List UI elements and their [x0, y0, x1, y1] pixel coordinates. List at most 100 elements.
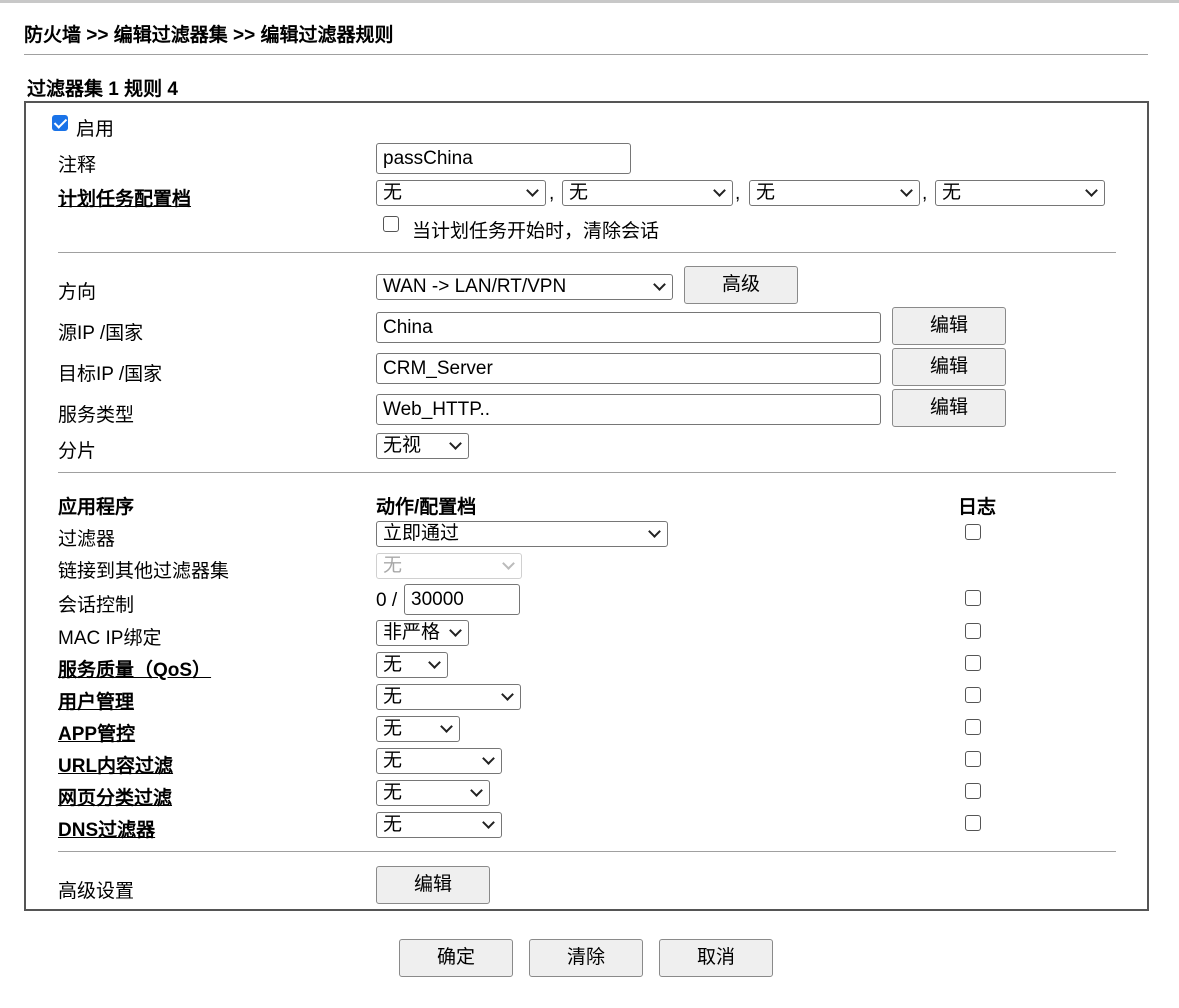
- top-border: [0, 0, 1179, 3]
- url-filter-log-checkbox[interactable]: [965, 751, 981, 767]
- direction-label: 方向: [58, 282, 97, 303]
- app-control-value: 无: [383, 718, 403, 739]
- dns-filter-link[interactable]: DNS过滤器: [58, 815, 155, 842]
- fragment-label: 分片: [58, 441, 97, 462]
- dest-ip-edit-button[interactable]: 编辑: [892, 348, 1006, 386]
- chevron-down-icon: [470, 784, 483, 797]
- filter-action-value: 立即通过: [383, 523, 460, 544]
- clear-session-checkbox[interactable]: [383, 216, 399, 232]
- url-filter-select[interactable]: 无: [376, 748, 502, 774]
- source-ip-edit-button[interactable]: 编辑: [892, 307, 1006, 345]
- chevron-down-icon: [482, 752, 495, 765]
- header-application: 应用程序: [58, 497, 135, 518]
- dest-ip-label: 目标IP /国家: [58, 364, 163, 385]
- schedule-select-3[interactable]: 无: [749, 180, 920, 206]
- web-category-filter-link[interactable]: 网页分类过滤: [58, 783, 172, 810]
- clear-session-label: 当计划任务开始时，清除会话: [412, 221, 660, 242]
- comment-input[interactable]: passChina: [376, 143, 631, 174]
- source-ip-label: 源IP /国家: [58, 323, 144, 344]
- section-title: 过滤器集 1 规则 4: [27, 79, 178, 100]
- fragment-select-value: 无视: [383, 435, 422, 456]
- chevron-down-icon: [440, 720, 453, 733]
- dns-filter-value: 无: [383, 814, 403, 835]
- user-management-select[interactable]: 无: [376, 684, 521, 710]
- chevron-down-icon: [900, 184, 913, 197]
- chevron-down-icon: [1085, 184, 1098, 197]
- filter-action-select[interactable]: 立即通过: [376, 521, 668, 547]
- schedule-select-2-value: 无: [569, 182, 589, 203]
- cancel-button[interactable]: 取消: [659, 939, 773, 977]
- session-count-prefix: 0 /: [376, 590, 398, 611]
- direction-select-value: WAN -> LAN/RT/VPN: [383, 276, 567, 297]
- qos-link[interactable]: 服务质量（QoS）: [58, 655, 211, 682]
- chevron-down-icon: [482, 816, 495, 829]
- section-divider: [58, 252, 1116, 253]
- chevron-down-icon: [449, 624, 462, 637]
- schedule-select-1[interactable]: 无: [376, 180, 546, 206]
- comma-separator: ,: [735, 183, 741, 204]
- header-action-profile: 动作/配置档: [376, 497, 477, 518]
- fragment-select[interactable]: 无视: [376, 433, 469, 459]
- link-filter-set-select: 无: [376, 553, 522, 579]
- advanced-settings-edit-button[interactable]: 编辑: [376, 866, 490, 904]
- chevron-down-icon: [501, 688, 514, 701]
- direction-select[interactable]: WAN -> LAN/RT/VPN: [376, 274, 673, 300]
- enable-checkbox[interactable]: [52, 115, 68, 131]
- chevron-down-icon: [648, 525, 661, 538]
- app-control-select[interactable]: 无: [376, 716, 460, 742]
- schedule-profile-link[interactable]: 计划任务配置档: [58, 184, 191, 211]
- schedule-select-1-value: 无: [383, 182, 403, 203]
- dest-ip-input[interactable]: CRM_Server: [376, 353, 881, 384]
- web-category-filter-log-checkbox[interactable]: [965, 783, 981, 799]
- filter-log-checkbox[interactable]: [965, 524, 981, 540]
- section-divider: [58, 472, 1116, 473]
- app-control-log-checkbox[interactable]: [965, 719, 981, 735]
- dns-filter-select[interactable]: 无: [376, 812, 502, 838]
- web-category-filter-select[interactable]: 无: [376, 780, 490, 806]
- chevron-down-icon: [449, 437, 462, 450]
- comma-separator: ,: [549, 183, 555, 204]
- comment-label: 注释: [58, 155, 97, 176]
- header-log: 日志: [958, 497, 997, 518]
- chevron-down-icon: [502, 557, 515, 570]
- chevron-down-icon: [428, 656, 441, 669]
- schedule-select-2[interactable]: 无: [562, 180, 733, 206]
- user-management-log-checkbox[interactable]: [965, 687, 981, 703]
- schedule-select-4[interactable]: 无: [935, 180, 1105, 206]
- clear-button[interactable]: 清除: [529, 939, 643, 977]
- source-ip-input[interactable]: China: [376, 312, 881, 343]
- advanced-button[interactable]: 高级: [684, 266, 798, 304]
- user-management-link[interactable]: 用户管理: [58, 687, 134, 714]
- qos-log-checkbox[interactable]: [965, 655, 981, 671]
- url-filter-link[interactable]: URL内容过滤: [58, 751, 173, 778]
- schedule-select-4-value: 无: [942, 182, 962, 203]
- chevron-down-icon: [653, 278, 666, 291]
- link-filter-set-value: 无: [383, 555, 403, 576]
- session-limit-input[interactable]: 30000: [404, 584, 520, 615]
- advanced-settings-label: 高级设置: [58, 881, 135, 902]
- session-control-log-checkbox[interactable]: [965, 590, 981, 606]
- header-divider: [24, 54, 1148, 55]
- breadcrumb: 防火墙 >> 编辑过滤器集 >> 编辑过滤器规则: [24, 25, 394, 46]
- qos-select[interactable]: 无: [376, 652, 448, 678]
- rule-form-panel: 启用 注释 passChina 计划任务配置档 无 , 无 , 无 , 无 当计…: [24, 101, 1149, 911]
- url-filter-value: 无: [383, 750, 403, 771]
- filter-label: 过滤器: [58, 529, 116, 550]
- enable-label: 启用: [76, 119, 115, 140]
- session-control-label: 会话控制: [58, 595, 135, 616]
- service-type-edit-button[interactable]: 编辑: [892, 389, 1006, 427]
- chevron-down-icon: [713, 184, 726, 197]
- ok-button[interactable]: 确定: [399, 939, 513, 977]
- service-type-input[interactable]: Web_HTTP..: [376, 394, 881, 425]
- web-category-filter-value: 无: [383, 782, 403, 803]
- section-divider: [58, 851, 1116, 852]
- dns-filter-log-checkbox[interactable]: [965, 815, 981, 831]
- chevron-down-icon: [526, 184, 539, 197]
- user-management-value: 无: [383, 686, 403, 707]
- mac-ip-binding-value: 非严格: [383, 622, 441, 643]
- app-control-link[interactable]: APP管控: [58, 719, 135, 746]
- mac-ip-binding-log-checkbox[interactable]: [965, 623, 981, 639]
- service-type-label: 服务类型: [58, 405, 135, 426]
- link-filter-set-label: 链接到其他过滤器集: [58, 561, 230, 582]
- mac-ip-binding-select[interactable]: 非严格: [376, 620, 469, 646]
